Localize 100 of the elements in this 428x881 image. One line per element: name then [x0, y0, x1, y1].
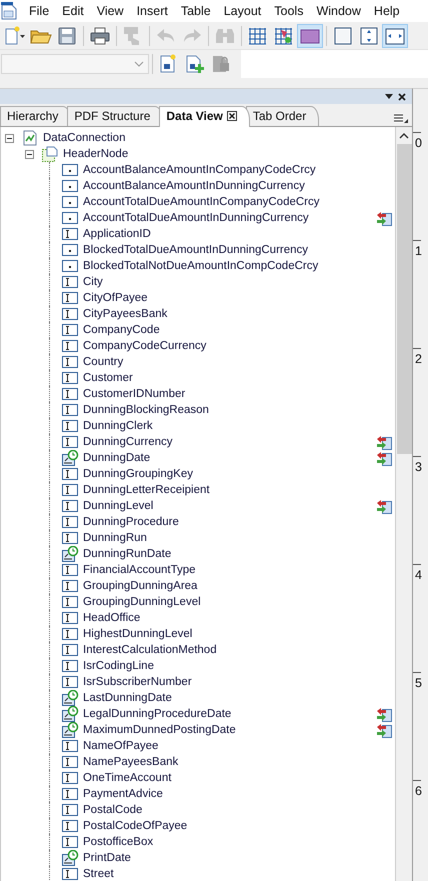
square-icon: [332, 26, 354, 46]
tab[interactable]: Data View: [159, 106, 250, 127]
scrollbar-thumb[interactable]: [396, 144, 412, 454]
tree-item[interactable]: AccountBalanceAmountInCompanyCodeCrcy: [83, 164, 316, 176]
text-field-icon: [61, 484, 79, 496]
tree-item[interactable]: CompanyCode: [83, 324, 160, 336]
text-field-icon: [61, 228, 79, 240]
menu-item[interactable]: Tools: [268, 4, 310, 18]
tree-item[interactable]: BlockedTotalDueAmountInDunningCurrency: [83, 244, 308, 256]
tree-item[interactable]: PrintDate: [83, 852, 131, 864]
text-field-icon: [61, 404, 79, 416]
tree-item[interactable]: DunningCurrency: [83, 436, 172, 448]
tree-item[interactable]: HeaderNode: [63, 148, 128, 160]
dropdown-icon[interactable]: [385, 94, 393, 99]
tree-item[interactable]: FinancialAccountType: [83, 564, 196, 576]
app-icon[interactable]: [1, 2, 17, 20]
tree-item[interactable]: PostalCode: [83, 804, 142, 816]
menu-item[interactable]: Layout: [218, 4, 268, 18]
printer-icon: [89, 26, 111, 46]
tree-item[interactable]: DataConnection: [43, 132, 126, 144]
ruler-number: 0: [415, 136, 421, 150]
tree-item[interactable]: DunningLevel: [83, 500, 154, 512]
tree-item[interactable]: PaymentAdvice: [83, 788, 163, 800]
menu-item[interactable]: Insert: [130, 4, 175, 18]
tab[interactable]: Tab Order: [246, 106, 320, 126]
tree-item[interactable]: Customer: [83, 372, 133, 384]
tree-item[interactable]: DunningRun: [83, 532, 147, 544]
tree-item[interactable]: CustomerIDNumber: [83, 388, 186, 400]
tree-item[interactable]: DunningGroupingKey: [83, 468, 193, 480]
menu-item[interactable]: Edit: [56, 4, 91, 18]
tree-item[interactable]: CityPayeesBank: [83, 308, 168, 320]
menu-item[interactable]: Window: [310, 4, 368, 18]
tree-item[interactable]: DunningRunDate: [83, 548, 172, 560]
collapse-icon[interactable]: [5, 134, 14, 142]
tree-item[interactable]: PostofficeBox: [83, 836, 154, 848]
menu-item[interactable]: File: [23, 4, 56, 18]
tree-item[interactable]: CompanyCodeCurrency: [83, 340, 206, 352]
text-field-icon: [61, 420, 79, 432]
date-field-icon: [61, 546, 79, 562]
tree-item[interactable]: GroupingDunningArea: [83, 580, 198, 592]
tree-item[interactable]: HighestDunningLevel: [83, 628, 192, 640]
tree-item[interactable]: NameOfPayee: [83, 740, 158, 752]
text-field-icon: [61, 740, 79, 752]
tree-item[interactable]: ApplicationID: [83, 228, 151, 240]
close-icon[interactable]: [226, 111, 237, 121]
text-field-icon: [61, 372, 79, 384]
scroll-up-icon[interactable]: [399, 133, 409, 139]
text-field-icon: [61, 660, 79, 672]
menu-item[interactable]: Help: [368, 4, 407, 18]
tree-item[interactable]: City: [83, 276, 103, 288]
tree-item[interactable]: DunningProcedure: [83, 516, 179, 528]
tree-item[interactable]: NamePayeesBank: [83, 756, 178, 768]
chevron-down-icon: [134, 61, 144, 67]
tree-item[interactable]: IsrCodingLine: [83, 660, 154, 672]
text-field-icon: [61, 772, 79, 784]
horizontal-button[interactable]: [382, 24, 408, 48]
tree-item[interactable]: AccountTotalDueAmountInDunningCurrency: [83, 212, 309, 224]
text-field-icon: [61, 836, 79, 848]
ruler-number: 5: [415, 676, 421, 690]
text-field-icon: [61, 436, 79, 448]
rectangle-button[interactable]: [297, 24, 323, 48]
numeric-field-icon: [61, 244, 79, 256]
tree-item[interactable]: Street: [83, 868, 114, 880]
tree-item[interactable]: AccountTotalDueAmountInCompanyCodeCrcy: [83, 196, 320, 208]
dropdown-field[interactable]: [1, 54, 149, 74]
text-field-icon: [61, 580, 79, 592]
text-field-icon: [61, 468, 79, 480]
tree-item[interactable]: CityOfPayee: [83, 292, 148, 304]
tree-item[interactable]: BlockedTotalNotDueAmountInCompCodeCrcy: [83, 260, 318, 272]
text-field-icon: [61, 308, 79, 320]
date-field-icon: [61, 690, 79, 706]
grid-shapes-icon: [273, 26, 295, 46]
text-field-icon: [61, 756, 79, 768]
tree-item[interactable]: Country: [83, 356, 124, 368]
menu-item[interactable]: Table: [174, 4, 218, 18]
collapse-icon[interactable]: [25, 150, 34, 158]
save-icon: [56, 26, 78, 46]
text-field-icon: [61, 532, 79, 544]
tree-item[interactable]: MaximumDunnedPostingDate: [83, 724, 236, 736]
tree-item[interactable]: HeadOffice: [83, 612, 140, 624]
tree-item[interactable]: DunningClerk: [83, 420, 153, 432]
tree-item[interactable]: DunningDate: [83, 452, 150, 464]
text-field-icon: [61, 804, 79, 816]
tree-item[interactable]: AccountBalanceAmountInDunningCurrency: [83, 180, 305, 192]
text-field-icon: [61, 356, 79, 368]
date-field-icon: [61, 850, 79, 866]
tree-item[interactable]: InterestCalculationMethod: [83, 644, 217, 656]
tree-item[interactable]: PostalCodeOfPayee: [83, 820, 188, 832]
menu-icon[interactable]: [394, 114, 408, 124]
text-field-icon: [61, 292, 79, 304]
tree-item[interactable]: DunningBlockingReason: [83, 404, 209, 416]
tree-item[interactable]: IsrSubscriberNumber: [83, 676, 192, 688]
tree-item[interactable]: LegalDunningProcedureDate: [83, 708, 232, 720]
tree-item[interactable]: GroupingDunningLevel: [83, 596, 201, 608]
tree-item[interactable]: LastDunningDate: [83, 692, 172, 704]
menu-item[interactable]: View: [90, 4, 131, 18]
tree-item[interactable]: DunningLetterReceipient: [83, 484, 210, 496]
date-field-icon: [61, 706, 79, 722]
tree-item[interactable]: OneTimeAccount: [83, 772, 172, 784]
close-icon[interactable]: [398, 92, 406, 100]
